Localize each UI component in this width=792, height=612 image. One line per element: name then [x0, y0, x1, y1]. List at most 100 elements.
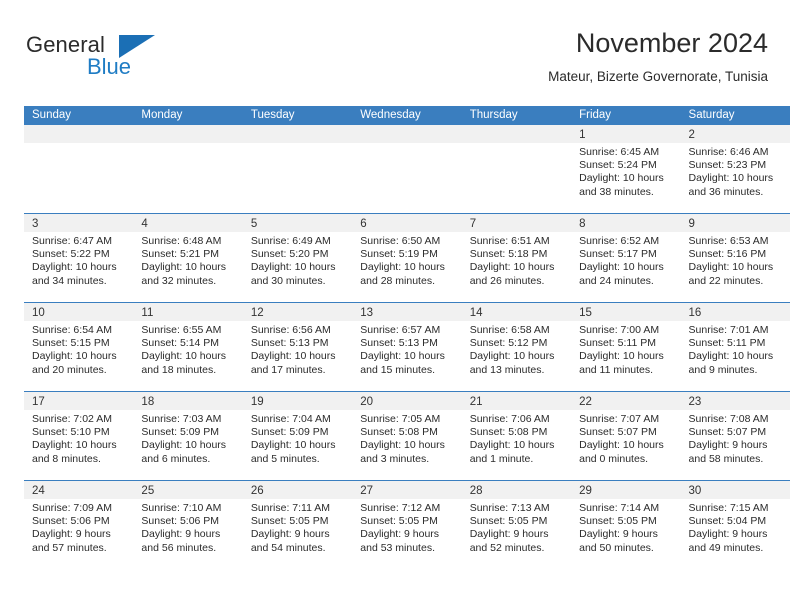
- day-detail-line: Sunset: 5:22 PM: [32, 248, 110, 261]
- calendar-day-cell-empty: [242, 125, 353, 213]
- day-detail-line: Sunset: 5:08 PM: [360, 426, 438, 439]
- day-detail-line: and 38 minutes.: [579, 185, 654, 198]
- day-detail-line: Sunset: 5:15 PM: [32, 337, 110, 350]
- day-details: Sunrise: 7:09 AM Sunset: 5:06 PM Daylight:…: [24, 499, 133, 555]
- calendar-day-cell[interactable]: 27 Sunrise: 7:12 AM Sunset: 5:05 PM Dayligh…: [352, 481, 462, 569]
- day-detail-line: and 15 minutes.: [360, 363, 435, 376]
- day-details: Sunrise: 7:00 AM Sunset: 5:11 PM Daylight:…: [571, 321, 680, 377]
- day-detail-line: and 56 minutes.: [141, 541, 217, 554]
- day-detail-line: Sunrise: 7:04 AM: [250, 413, 331, 425]
- day-detail-line: Sunset: 5:20 PM: [250, 248, 329, 261]
- calendar-day-cell[interactable]: 29 Sunrise: 7:14 AM Sunset: 5:05 PM Dayligh…: [571, 481, 681, 569]
- day-detail-line: and 36 minutes.: [688, 185, 764, 198]
- calendar-day-cell-empty: [24, 125, 134, 213]
- day-detail-line: Sunrise: 6:53 AM: [688, 235, 769, 247]
- calendar-day-cell[interactable]: 9 Sunrise: 6:53 AM Sunset: 5:16 PM Daylight…: [680, 214, 790, 302]
- day-number-band: [352, 125, 462, 143]
- calendar-day-cell[interactable]: 15 Sunrise: 7:00 AM Sunset: 5:11 PM Dayligh…: [571, 303, 681, 391]
- calendar-day-cell[interactable]: 22 Sunrise: 7:07 AM Sunset: 5:07 PM Dayligh…: [571, 392, 681, 480]
- day-number: 2: [688, 129, 695, 141]
- day-details: Sunrise: 7:01 AM Sunset: 5:11 PM Daylight:…: [681, 321, 790, 377]
- day-detail-line: Sunset: 5:11 PM: [688, 337, 766, 350]
- day-detail-line: Sunrise: 7:14 AM: [579, 502, 660, 514]
- day-detail-line: Sunrise: 7:09 AM: [32, 502, 112, 514]
- calendar-day-cell[interactable]: 12 Sunrise: 6:56 AM Sunset: 5:13 PM Dayligh…: [242, 303, 353, 391]
- day-detail-line: and 13 minutes.: [469, 363, 545, 376]
- day-detail-line: Sunset: 5:21 PM: [141, 248, 220, 261]
- day-number: 14: [469, 307, 483, 319]
- day-detail-line: Sunrise: 7:12 AM: [360, 502, 441, 514]
- day-detail-line: Sunset: 5:04 PM: [688, 515, 767, 528]
- day-detail-line: Sunset: 5:12 PM: [469, 337, 548, 350]
- day-detail-line: Daylight: 9 hours: [32, 528, 111, 541]
- day-number: 20: [360, 396, 374, 408]
- day-number-band: 29: [571, 481, 681, 499]
- day-detail-line: Daylight: 10 hours: [469, 261, 555, 274]
- calendar-day-cell[interactable]: 6 Sunrise: 6:50 AM Sunset: 5:19 PM Daylight…: [352, 214, 462, 302]
- calendar-day-cell[interactable]: 7 Sunrise: 6:51 AM Sunset: 5:18 PM Daylight…: [461, 214, 572, 302]
- calendar-day-cell[interactable]: 10 Sunrise: 6:54 AM Sunset: 5:15 PM Dayligh…: [24, 303, 134, 391]
- day-detail-line: Daylight: 10 hours: [469, 439, 555, 452]
- brand-logo[interactable]: General Blue: [24, 32, 224, 88]
- calendar-day-cell[interactable]: 4 Sunrise: 6:48 AM Sunset: 5:21 PM Daylight…: [133, 214, 243, 302]
- day-number: 11: [141, 307, 154, 319]
- day-detail-line: Sunrise: 6:47 AM: [32, 235, 112, 247]
- day-number-band: 14: [461, 303, 572, 321]
- calendar-day-cell[interactable]: 24 Sunrise: 7:09 AM Sunset: 5:06 PM Dayligh…: [24, 481, 134, 569]
- calendar-day-cell[interactable]: 8 Sunrise: 6:52 AM Sunset: 5:17 PM Daylight…: [571, 214, 681, 302]
- calendar-day-cell[interactable]: 1 Sunrise: 6:45 AM Sunset: 5:24 PM Daylight…: [571, 125, 681, 213]
- day-details: Sunrise: 7:15 AM Sunset: 5:04 PM Daylight:…: [681, 499, 790, 555]
- calendar-day-cell[interactable]: 3 Sunrise: 6:47 AM Sunset: 5:22 PM Daylight…: [24, 214, 134, 302]
- calendar-day-cell[interactable]: 30 Sunrise: 7:15 AM Sunset: 5:04 PM Dayligh…: [680, 481, 790, 569]
- day-detail-line: and 34 minutes.: [32, 274, 107, 287]
- day-number: 29: [579, 485, 592, 497]
- calendar-day-cell[interactable]: 16 Sunrise: 7:01 AM Sunset: 5:11 PM Dayligh…: [680, 303, 790, 391]
- day-detail-line: and 22 minutes.: [688, 274, 764, 287]
- day-details: Sunrise: 6:48 AM Sunset: 5:21 PM Daylight:…: [133, 232, 242, 288]
- day-number-band: [242, 125, 353, 143]
- calendar-day-cell[interactable]: 26 Sunrise: 7:11 AM Sunset: 5:05 PM Dayligh…: [242, 481, 353, 569]
- calendar-day-cell[interactable]: 13 Sunrise: 6:57 AM Sunset: 5:13 PM Dayligh…: [352, 303, 462, 391]
- calendar-day-cell[interactable]: 14 Sunrise: 6:58 AM Sunset: 5:12 PM Dayligh…: [461, 303, 572, 391]
- day-detail-line: Daylight: 10 hours: [360, 439, 445, 452]
- day-number-band: 5: [242, 214, 353, 232]
- calendar-day-cell[interactable]: 18 Sunrise: 7:03 AM Sunset: 5:09 PM Dayligh…: [133, 392, 243, 480]
- calendar-day-cell[interactable]: 25 Sunrise: 7:10 AM Sunset: 5:06 PM Dayligh…: [133, 481, 243, 569]
- day-number: 27: [360, 485, 374, 497]
- day-detail-line: Sunset: 5:05 PM: [250, 515, 329, 528]
- calendar-week-row: 3 Sunrise: 6:47 AM Sunset: 5:22 PM Daylight…: [24, 213, 790, 302]
- day-number: 22: [579, 396, 592, 408]
- day-detail-line: Daylight: 10 hours: [32, 439, 117, 452]
- day-detail-line: Sunset: 5:06 PM: [32, 515, 110, 528]
- day-detail-line: Daylight: 9 hours: [688, 439, 768, 452]
- day-details: Sunrise: 6:46 AM Sunset: 5:23 PM Daylight:…: [681, 143, 790, 199]
- page-title: November 2024: [575, 28, 768, 58]
- calendar-day-cell[interactable]: 17 Sunrise: 7:02 AM Sunset: 5:10 PM Dayligh…: [24, 392, 134, 480]
- day-number-band: 13: [352, 303, 462, 321]
- calendar-day-cell[interactable]: 5 Sunrise: 6:49 AM Sunset: 5:20 PM Daylight…: [242, 214, 353, 302]
- day-detail-line: Sunset: 5:05 PM: [360, 515, 438, 528]
- day-detail-line: Sunset: 5:23 PM: [688, 159, 767, 172]
- day-number-band: 9: [680, 214, 790, 232]
- calendar-day-cell[interactable]: 2 Sunrise: 6:46 AM Sunset: 5:23 PM Daylight…: [680, 125, 790, 213]
- calendar-day-cell[interactable]: 11 Sunrise: 6:55 AM Sunset: 5:14 PM Dayligh…: [133, 303, 243, 391]
- day-detail-line: Daylight: 10 hours: [141, 439, 227, 452]
- calendar-day-cell[interactable]: 28 Sunrise: 7:13 AM Sunset: 5:05 PM Dayligh…: [461, 481, 572, 569]
- day-number: 24: [32, 485, 45, 497]
- day-detail-line: and 32 minutes.: [141, 274, 217, 287]
- day-number-band: 20: [352, 392, 462, 410]
- calendar-day-cell[interactable]: 23 Sunrise: 7:08 AM Sunset: 5:07 PM Dayligh…: [680, 392, 790, 480]
- calendar-day-cell[interactable]: 21 Sunrise: 7:06 AM Sunset: 5:08 PM Dayligh…: [461, 392, 572, 480]
- day-detail-line: Sunset: 5:05 PM: [579, 515, 657, 528]
- day-number-band: 22: [571, 392, 681, 410]
- day-detail-line: Sunset: 5:08 PM: [469, 426, 548, 439]
- day-details: Sunrise: 6:55 AM Sunset: 5:14 PM Daylight:…: [133, 321, 242, 377]
- day-details: Sunrise: 7:08 AM Sunset: 5:07 PM Daylight:…: [681, 410, 790, 466]
- calendar-day-cell[interactable]: 20 Sunrise: 7:05 AM Sunset: 5:08 PM Dayligh…: [352, 392, 462, 480]
- calendar-page: General Blue November 2024 Mateur, Bizer…: [0, 0, 792, 612]
- day-number-band: 26: [242, 481, 353, 499]
- day-detail-line: Daylight: 10 hours: [579, 350, 664, 363]
- day-number: 17: [32, 396, 45, 408]
- day-detail-line: Sunrise: 6:55 AM: [141, 324, 222, 336]
- calendar-day-cell[interactable]: 19 Sunrise: 7:04 AM Sunset: 5:09 PM Dayligh…: [242, 392, 353, 480]
